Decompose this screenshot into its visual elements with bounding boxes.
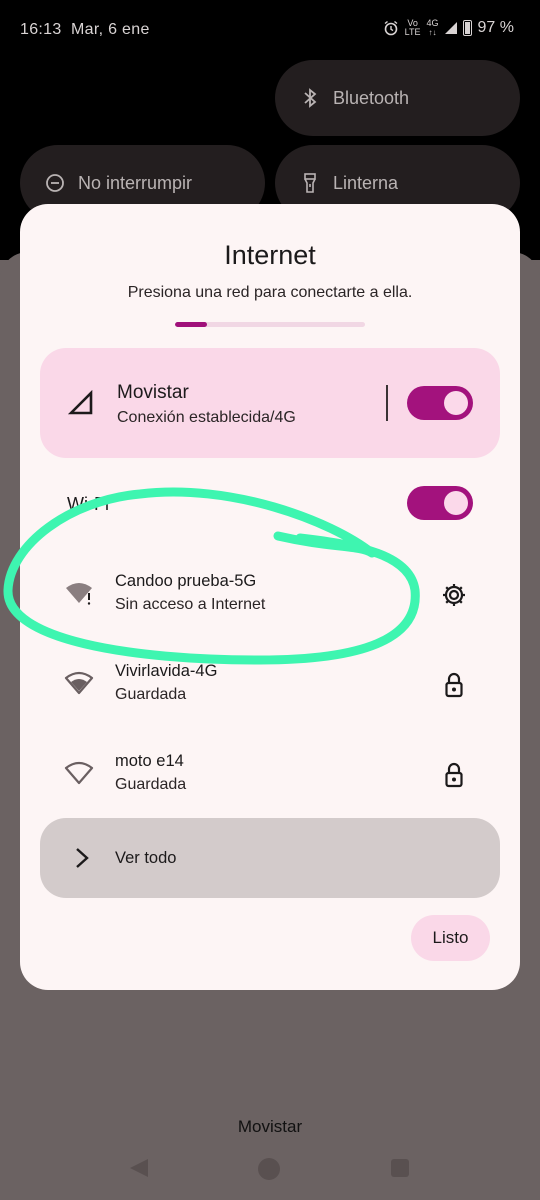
scan-progress-bar [175, 322, 365, 327]
wifi-label: Wi-Fi [67, 494, 109, 514]
lock-icon [445, 762, 463, 788]
wifi-network-name: Candoo prueba-5G [115, 572, 257, 590]
volte-indicator: Vo LTE [405, 19, 421, 37]
dialog-title: Internet [224, 240, 316, 270]
bluetooth-label: Bluetooth [333, 87, 410, 108]
wifi-network-name: moto e14 [115, 752, 184, 770]
back-button[interactable] [130, 1159, 148, 1177]
wifi-network-status: Sin acceso a Internet [115, 596, 266, 613]
wifi-no-internet-icon [66, 583, 92, 605]
cellular-network-card[interactable]: Movistar Conexión establecida/4G [40, 348, 500, 458]
see-all-label: Ver todo [115, 849, 177, 867]
wifi-network-item[interactable]: Vivirlavida-4G Guardada [20, 638, 520, 728]
wifi-network-item[interactable]: Candoo prueba-5G Sin acceso a Internet [20, 548, 520, 638]
internet-dialog: Internet Presiona una red para conectart… [20, 204, 520, 990]
data-arrows-icon: ↑↓ [428, 28, 437, 37]
mobile-data-toggle-knob [444, 391, 468, 415]
scan-progress-fill [175, 322, 208, 327]
navigation-bar [0, 1156, 540, 1182]
cellular-signal-icon [68, 390, 93, 415]
dnd-icon [44, 172, 66, 194]
cellular-divider [386, 385, 388, 421]
wifi-network-name: Vivirlavida-4G [115, 662, 218, 680]
flashlight-icon [299, 172, 321, 194]
cellular-carrier-name: Movistar [117, 382, 189, 403]
status-bar: 16:13 Mar, 6 ene Vo LTE 4G ↑↓ 97 % [0, 0, 540, 60]
mobile-data-toggle[interactable] [407, 386, 473, 420]
dnd-label: No interrumpir [78, 172, 193, 193]
gear-icon[interactable] [440, 581, 468, 609]
status-time: 16:13 Mar, 6 ene [20, 21, 150, 39]
flashlight-label: Linterna [333, 172, 399, 193]
dialog-subtitle: Presiona una red para conectarte a ella. [127, 284, 413, 301]
wifi-toggle-knob [444, 491, 468, 515]
chevron-right-icon [76, 848, 89, 868]
carrier-label: Movistar [237, 1117, 303, 1136]
wifi-icon [64, 671, 94, 695]
network-type-label: 4G [426, 18, 439, 28]
recents-button[interactable] [391, 1159, 409, 1177]
network-type: 4G ↑↓ [426, 18, 439, 38]
clock: 16:13 [20, 21, 62, 38]
bluetooth-tile[interactable]: Bluetooth [275, 60, 520, 136]
wifi-network-status: Guardada [115, 686, 187, 703]
alarm-icon [384, 20, 398, 36]
date: Mar, 6 ene [71, 21, 150, 38]
signal-icon [444, 22, 457, 34]
wifi-weak-icon [64, 761, 94, 785]
battery-level: 97 % [477, 19, 514, 36]
see-all-networks-button[interactable]: Ver todo [40, 818, 500, 898]
home-button[interactable] [258, 1158, 280, 1180]
lock-icon [445, 672, 463, 698]
volte-bottom: LTE [404, 27, 421, 37]
wifi-network-status: Guardada [115, 776, 187, 793]
cellular-status: Conexión establecida/4G [117, 409, 296, 426]
battery-icon [462, 20, 472, 36]
done-button[interactable]: Listo [411, 915, 490, 961]
bluetooth-icon [299, 87, 321, 109]
status-icons: Vo LTE 4G ↑↓ 97 % [383, 19, 514, 37]
wifi-toggle[interactable] [407, 486, 473, 520]
wifi-network-item[interactable]: moto e14 Guardada [20, 728, 520, 818]
